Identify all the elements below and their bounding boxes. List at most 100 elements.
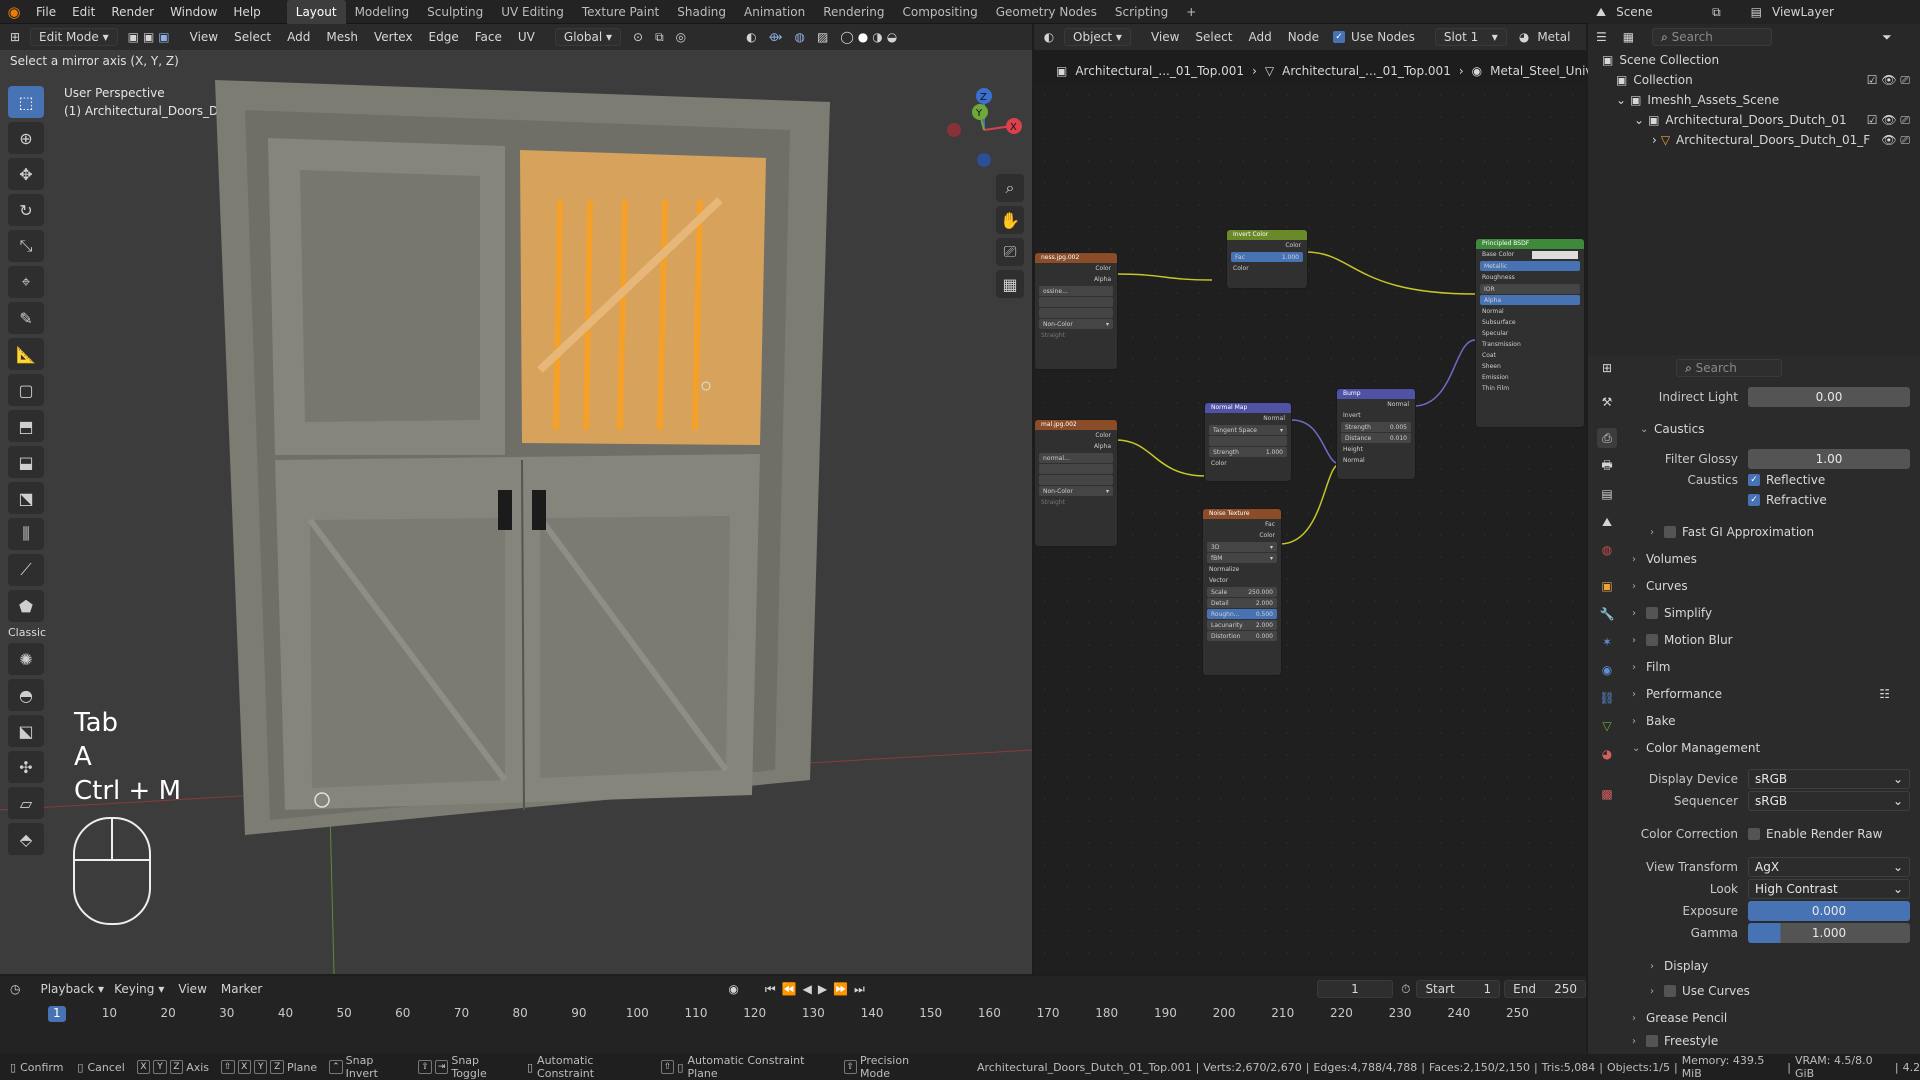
outliner-row-collection[interactable]: ▣ Collection ☑ 👁 ⎚ bbox=[1588, 70, 1920, 90]
scene-name[interactable]: Scene bbox=[1616, 5, 1706, 19]
noise-texture-node[interactable]: Noise Texture Fac Color 3D ▾ fBM ▾ Normali… bbox=[1202, 508, 1282, 676]
outliner-row-doors[interactable]: ⌄ ▣ Architectural_Doors_Dutch_01 ☑ 👁 ⎚ bbox=[1588, 110, 1920, 130]
vp-menu-add[interactable]: Add bbox=[279, 30, 318, 44]
measure-icon[interactable]: 📐 bbox=[8, 338, 44, 370]
material-sphere-icon[interactable]: ◕ bbox=[1519, 30, 1529, 44]
material-tab-icon[interactable]: ◕ bbox=[1597, 744, 1617, 764]
tab-sculpting[interactable]: Sculpting bbox=[418, 0, 492, 24]
menu-file[interactable]: File bbox=[28, 0, 64, 24]
outliner-filter-icon[interactable]: ⏷ bbox=[1882, 30, 1892, 45]
solid-shading-icon[interactable]: ● bbox=[858, 30, 868, 44]
menu-help[interactable]: Help bbox=[225, 0, 268, 24]
tab-texture-paint[interactable]: Texture Paint bbox=[573, 0, 668, 24]
tab-compositing[interactable]: Compositing bbox=[893, 0, 986, 24]
use-curves-checkbox[interactable] bbox=[1664, 985, 1676, 997]
inset-icon[interactable]: ⬓ bbox=[8, 446, 44, 478]
rendered-shading-icon[interactable]: ◒ bbox=[887, 30, 897, 44]
outliner-editor-icon[interactable]: ☰ bbox=[1596, 30, 1607, 44]
use-curves-subsection[interactable]: › Use Curves bbox=[1650, 980, 1910, 1002]
node-editor-type-icon[interactable]: ◐ bbox=[1034, 30, 1064, 44]
vertex-select-icon[interactable]: ▣ bbox=[128, 30, 139, 44]
loop-cut-icon[interactable]: ⫼ bbox=[8, 518, 44, 550]
invert-color-node[interactable]: Invert Color Color Fac 1.000 Color bbox=[1226, 229, 1308, 289]
noise-type[interactable]: fBM ▾ bbox=[1207, 553, 1277, 563]
bump-node[interactable]: Bump Normal Invert Strength 0.005 Distanc… bbox=[1336, 388, 1416, 480]
particles-tab-icon[interactable]: ✶ bbox=[1597, 632, 1617, 652]
simplify-section[interactable]: › Simplify bbox=[1632, 602, 1910, 624]
gizmo-toggle-icon[interactable]: ⟴ bbox=[769, 30, 783, 44]
outliner-display-mode-icon[interactable]: ▦ bbox=[1623, 30, 1634, 44]
view-layer-tab-icon[interactable]: ▤ bbox=[1597, 484, 1617, 504]
scale-icon[interactable]: ⤡ bbox=[8, 230, 44, 262]
normalmap-uv[interactable] bbox=[1209, 436, 1287, 446]
tab-shading[interactable]: Shading bbox=[668, 0, 735, 24]
mode-select[interactable]: Edit Mode ▾ bbox=[30, 28, 118, 46]
img1-blank-2[interactable] bbox=[1039, 308, 1113, 318]
camera-icon[interactable]: ⎚ bbox=[996, 238, 1024, 266]
bsdf-metallic[interactable]: Metallic bbox=[1484, 263, 1507, 270]
scene-browse-icon[interactable]: ⧉ bbox=[1712, 5, 1721, 20]
node-menu-add[interactable]: Add bbox=[1248, 30, 1271, 44]
volumes-section[interactable]: › Volumes bbox=[1632, 548, 1910, 570]
image-node-normal[interactable]: mal.jpg.002 Color Alpha normal... Non-Co… bbox=[1034, 419, 1118, 547]
node-menu-view[interactable]: View bbox=[1151, 30, 1179, 44]
blender-logo-icon[interactable]: ◉ bbox=[0, 3, 28, 21]
breadcrumb-object[interactable]: Architectural_..._01_Top.001 bbox=[1075, 64, 1244, 78]
bsdf-alpha[interactable]: Alpha bbox=[1484, 297, 1501, 304]
gamma-field[interactable]: 1.000 bbox=[1748, 923, 1910, 943]
noise-lacunarity[interactable]: Lacunarity 2.000 bbox=[1207, 620, 1277, 630]
sequencer-select[interactable]: sRGB ⌄ bbox=[1748, 791, 1910, 811]
move-icon[interactable]: ✥ bbox=[8, 158, 44, 190]
vp-menu-vertex[interactable]: Vertex bbox=[366, 30, 421, 44]
visibility-icon[interactable]: ◐ bbox=[746, 30, 756, 44]
bsdf-coat[interactable]: Coat bbox=[1482, 352, 1496, 359]
modifier-tab-icon[interactable]: 🔧 bbox=[1597, 604, 1617, 624]
world-tab-icon[interactable]: ◍ bbox=[1597, 540, 1617, 560]
tab-uv-editing[interactable]: UV Editing bbox=[492, 0, 573, 24]
display-subsection[interactable]: › Display bbox=[1650, 955, 1910, 977]
vp-menu-edge[interactable]: Edge bbox=[421, 30, 467, 44]
bevel-icon[interactable]: ⬔ bbox=[8, 482, 44, 514]
outliner-row-scene-collection[interactable]: ▣ Scene Collection bbox=[1588, 50, 1920, 70]
proportional-edit-icon[interactable]: ◎ bbox=[676, 30, 686, 44]
edge-slide-icon[interactable]: ⬕ bbox=[8, 715, 44, 747]
img1-file-field[interactable]: ossine... bbox=[1039, 286, 1113, 296]
add-cube-icon[interactable]: ▢ bbox=[8, 374, 44, 406]
tool-tab-icon[interactable]: ⚒ bbox=[1597, 392, 1617, 412]
navigation-gizmo[interactable]: Z X Y bbox=[940, 80, 1030, 170]
properties-editor-icon[interactable]: ⊞ bbox=[1602, 361, 1612, 375]
scene-tab-icon[interactable]: ⛰ bbox=[1597, 512, 1617, 532]
look-select[interactable]: High Contrast ⌄ bbox=[1748, 879, 1910, 899]
fast-gi-checkbox[interactable] bbox=[1664, 526, 1676, 538]
tab-geometry-nodes[interactable]: Geometry Nodes bbox=[987, 0, 1106, 24]
edge-select-icon[interactable]: ▣ bbox=[143, 30, 154, 44]
knife-icon[interactable]: ⟋ bbox=[8, 554, 44, 586]
freestyle-checkbox[interactable] bbox=[1646, 1035, 1658, 1047]
add-workspace-icon[interactable]: + bbox=[1177, 0, 1205, 24]
vp-menu-uv[interactable]: UV bbox=[510, 30, 543, 44]
curves-section[interactable]: › Curves bbox=[1632, 575, 1910, 597]
pan-hand-icon[interactable]: ✋ bbox=[996, 206, 1024, 234]
img1-blank-1[interactable] bbox=[1039, 297, 1113, 307]
indirect-light-field[interactable]: 0.00 bbox=[1748, 387, 1910, 407]
physics-tab-icon[interactable]: ◉ bbox=[1597, 660, 1617, 680]
viewlayer-name[interactable]: ViewLayer bbox=[1772, 5, 1834, 19]
noise-normalize[interactable]: Normalize bbox=[1209, 566, 1239, 573]
poly-build-icon[interactable]: ⬟ bbox=[8, 590, 44, 622]
filter-glossy-field[interactable]: 1.00 bbox=[1748, 449, 1910, 469]
grease-pencil-section[interactable]: › Grease Pencil bbox=[1632, 1007, 1910, 1029]
outliner-row-doors-object[interactable]: › ▽ Architectural_Doors_Dutch_01_F 👁 ⎚ bbox=[1588, 130, 1920, 150]
outliner-search-input[interactable]: ⌕ Search bbox=[1652, 28, 1773, 46]
snap-icon[interactable]: ⧉ bbox=[655, 30, 664, 45]
motion-blur-checkbox[interactable] bbox=[1646, 634, 1658, 646]
menu-render[interactable]: Render bbox=[103, 0, 162, 24]
view-transform-select[interactable]: AgX ⌄ bbox=[1748, 857, 1910, 877]
list-icon[interactable]: ☷ bbox=[1879, 687, 1890, 701]
wireframe-shading-icon[interactable]: ◯ bbox=[840, 30, 853, 44]
output-tab-icon[interactable]: 🖶 bbox=[1597, 456, 1617, 476]
exposure-field[interactable]: 0.000 bbox=[1748, 901, 1910, 921]
freestyle-section[interactable]: › Freestyle bbox=[1632, 1030, 1910, 1052]
smooth-icon[interactable]: ◓ bbox=[8, 679, 44, 711]
constraints-tab-icon[interactable]: ⛓ bbox=[1597, 688, 1617, 708]
tab-layout[interactable]: Layout bbox=[286, 0, 346, 24]
